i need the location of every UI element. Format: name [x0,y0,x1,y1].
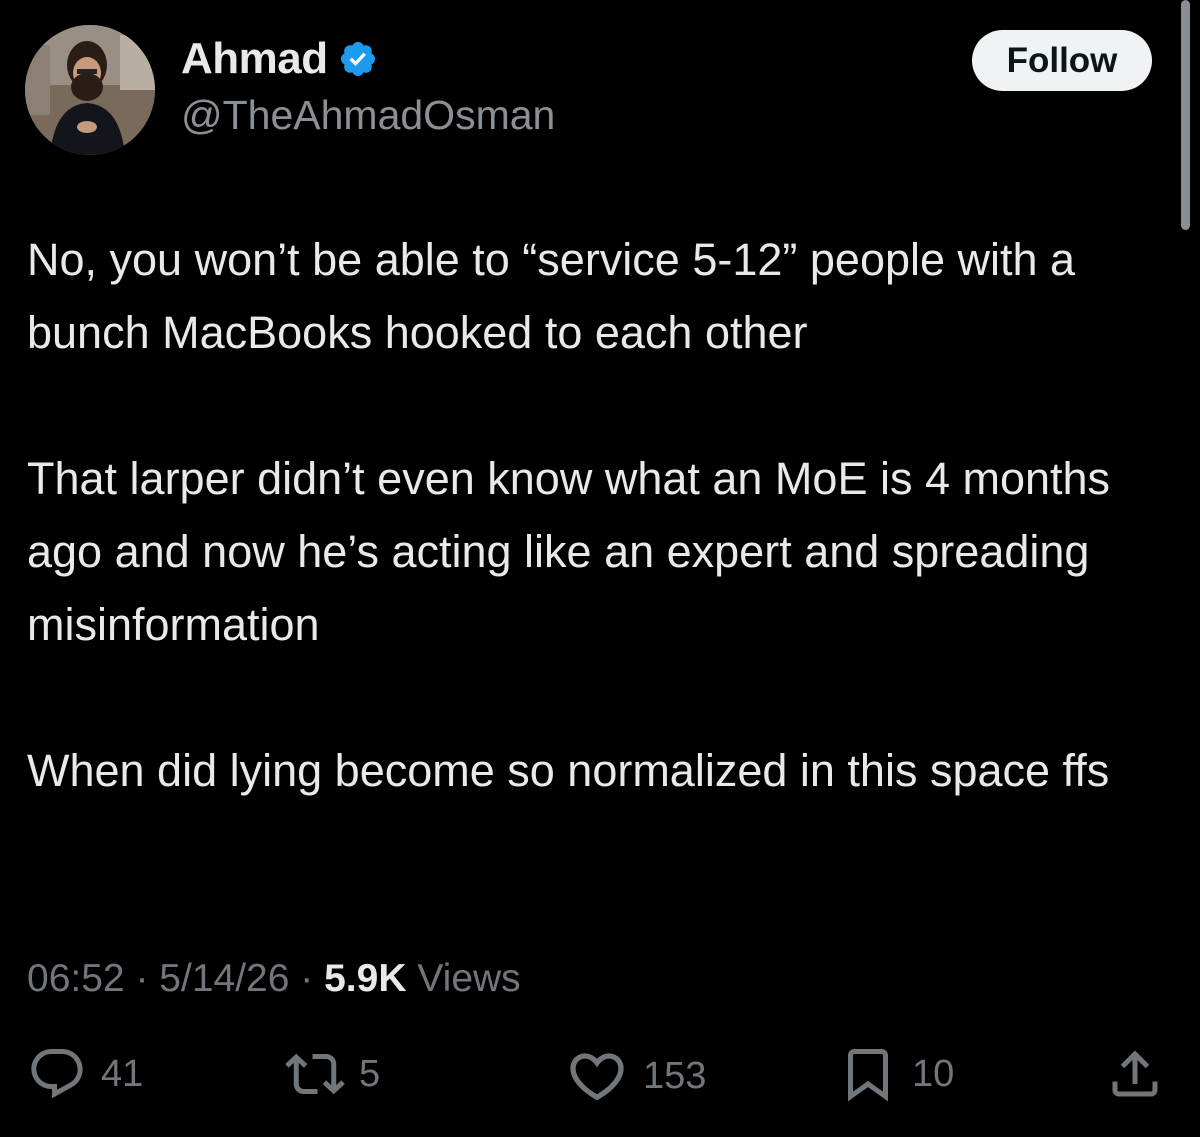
meta-separator: · [135,957,149,1000]
author-name[interactable]: Ahmad [181,34,328,84]
bookmark-count: 10 [912,1052,955,1095]
repost-icon [285,1044,345,1104]
like-button[interactable]: 153 [565,1044,706,1108]
bookmark-icon [838,1044,898,1104]
reply-icon [27,1044,87,1104]
tweet-paragraph: No, you won’t be able to “service 5-12” … [27,234,1076,358]
tweet-meta: 06:52 · 5/14/26 · 5.9K Views [27,957,521,1001]
views-count: 5.9K [324,957,407,1000]
tweet-paragraph: That larper didn’t even know what an MoE… [27,453,1111,650]
bookmark-button[interactable]: 10 [838,1044,954,1104]
action-bar: 41 5 153 10 [0,1044,1200,1114]
tweet-paragraph: When did lying become so normalized in t… [27,745,1110,796]
tweet-date[interactable]: 5/14/26 [159,957,289,1000]
like-icon [565,1044,629,1108]
scrollbar[interactable] [1181,0,1190,230]
author-name-row: Ahmad [181,34,378,84]
verified-badge-icon [338,39,378,79]
share-button[interactable] [1105,1044,1165,1104]
repost-count: 5 [359,1052,381,1095]
tweet-text: No, you won’t be able to “service 5-12” … [27,223,1182,807]
meta-separator: · [300,957,314,1000]
avatar[interactable] [25,25,155,155]
views-label: Views [417,957,521,1000]
repost-button[interactable]: 5 [285,1044,380,1104]
share-icon [1105,1044,1165,1104]
reply-button[interactable]: 41 [27,1044,143,1104]
like-count: 153 [643,1054,707,1097]
tweet-time[interactable]: 06:52 [27,957,125,1000]
author-handle[interactable]: @TheAhmadOsman [181,92,555,139]
follow-button[interactable]: Follow [972,30,1152,91]
reply-count: 41 [101,1052,144,1095]
